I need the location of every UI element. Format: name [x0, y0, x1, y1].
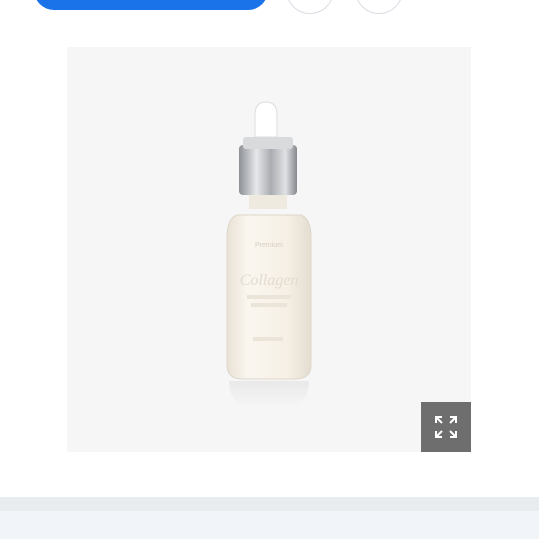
product-image: Premium Collagen: [226, 101, 312, 407]
product-details-section: [0, 511, 539, 539]
dropper-bulb: [254, 101, 278, 138]
primary-action-button[interactable]: [34, 0, 268, 10]
top-toolbar: [0, 0, 539, 16]
section-divider: [0, 497, 539, 511]
bottle-label-line-2: Collagen: [240, 272, 299, 289]
bottle-cap: [239, 145, 297, 195]
share-button[interactable]: [286, 0, 334, 14]
bottle-reflection: [229, 381, 309, 407]
favorite-button[interactable]: [355, 0, 403, 14]
product-image-gallery[interactable]: Premium Collagen: [67, 47, 471, 452]
expand-icon: [435, 416, 457, 438]
expand-image-button[interactable]: [421, 402, 471, 452]
bottle-label-line-1: Premium: [255, 242, 283, 249]
